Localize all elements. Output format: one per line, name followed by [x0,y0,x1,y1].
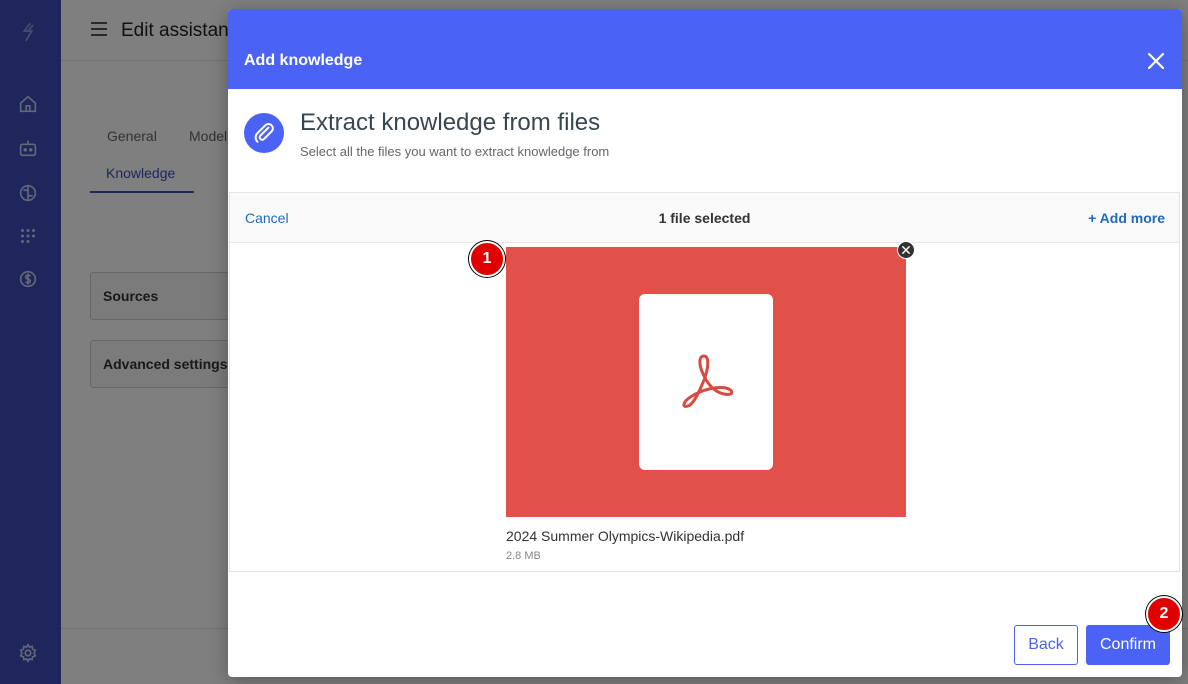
file-dashboard: 1 file selected Cancel + Add more 2024 S… [229,192,1180,572]
add-more-button[interactable]: + Add more [1088,210,1165,226]
cancel-button[interactable]: Cancel [245,210,289,226]
add-knowledge-modal: Add knowledge Extract knowledge from fil… [228,9,1182,677]
file-size: 2.8 MB [506,550,541,562]
section-subtitle: Select all the files you want to extract… [300,144,610,159]
selection-status: 1 file selected [658,210,751,226]
section-title: Extract knowledge from files [300,109,601,136]
close-icon[interactable] [1146,51,1166,71]
remove-file-icon[interactable] [897,241,915,259]
modal-title: Add knowledge [244,52,363,69]
step-marker-1: 1 [469,241,505,277]
back-button[interactable]: Back [1014,625,1078,665]
file-preview[interactable] [506,247,906,517]
dashboard-bar: 1 file selected Cancel + Add more [230,193,1179,243]
file-name: 2024 Summer Olympics-Wikipedia.pdf [506,528,745,544]
paperclip-icon [244,113,284,153]
modal-header: Add knowledge [228,9,1182,89]
pdf-document-icon [639,294,773,470]
step-marker-2: 2 [1146,596,1182,632]
